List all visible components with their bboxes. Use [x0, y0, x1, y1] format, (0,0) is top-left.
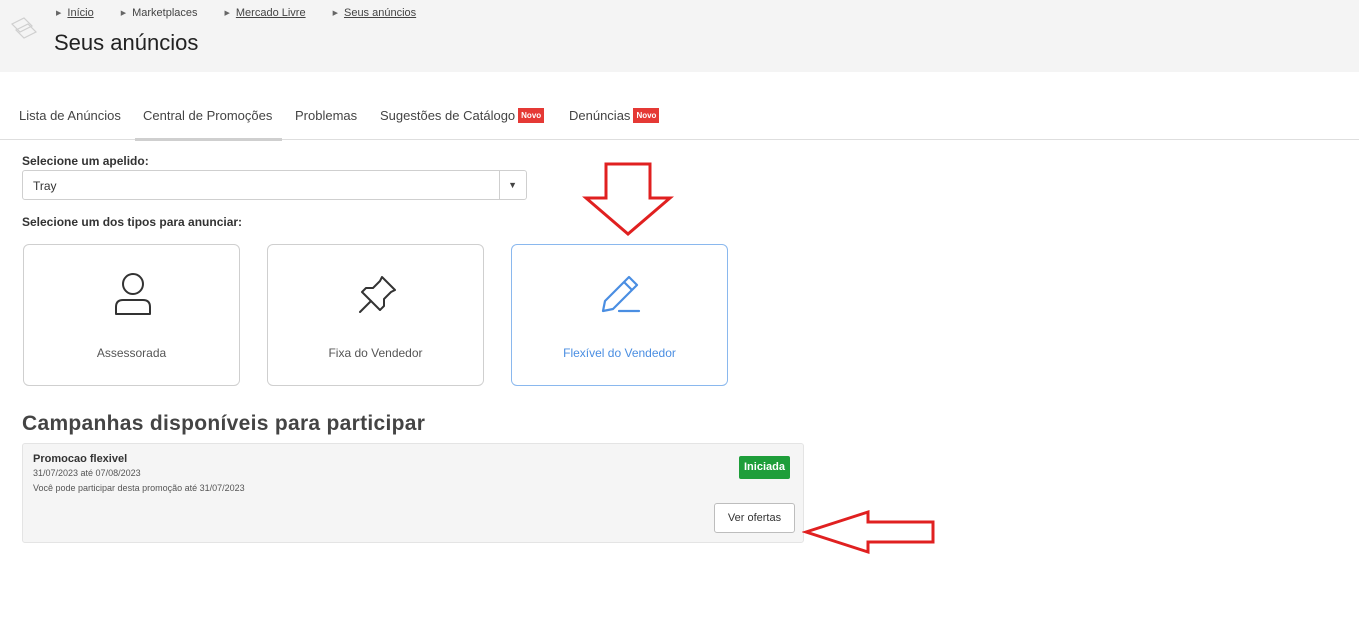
page-title: Seus anúncios	[54, 30, 199, 55]
caret-down-icon[interactable]: ▼	[508, 180, 517, 190]
tab-lista-de-anuncios[interactable]: Lista de Anúncios	[19, 108, 121, 123]
tab-problemas[interactable]: Problemas	[295, 108, 357, 123]
type-card-label: Flexível do Vendedor	[563, 346, 676, 360]
triangle-right-icon: ▶	[56, 10, 62, 17]
breadcrumb-seus-anuncios[interactable]: ▶ Seus anúncios	[333, 7, 417, 19]
nickname-label: Selecione um apelido:	[22, 154, 149, 168]
tab-label: Problemas	[295, 108, 358, 123]
tab-sugestoes-de-catalogo[interactable]: Sugestões de Catálogo Novo	[380, 108, 545, 123]
breadcrumb-link[interactable]: Mercado Livre	[236, 7, 306, 19]
annotation-arrow-left-icon	[802, 509, 935, 555]
tab-label: Sugestões de Catálogo	[380, 108, 516, 123]
campaign-dates: 31/07/2023 até 07/08/2023	[33, 468, 141, 478]
new-badge: Novo	[518, 108, 545, 123]
campaign-card: Promocao flexivel 31/07/2023 até 07/08/2…	[22, 443, 804, 543]
triangle-right-icon: ▶	[224, 10, 230, 17]
breadcrumb-mercado-livre[interactable]: ▶ Mercado Livre	[225, 7, 306, 19]
tab-central-de-promocoes[interactable]: Central de Promoções	[134, 108, 283, 141]
pencil-icon	[601, 275, 641, 313]
campaign-note: Você pode participar desta promoção até …	[33, 483, 245, 493]
tab-label: Central de Promoções	[143, 108, 273, 123]
breadcrumb-marketplaces: ▶ Marketplaces	[121, 7, 198, 19]
breadcrumb: ▶ Início ▶ Marketplaces ▶ Mercado Livre …	[56, 7, 443, 19]
campaigns-title: Campanhas disponíveis para participar	[22, 412, 426, 435]
triangle-right-icon: ▶	[120, 10, 127, 17]
nickname-select-value: Tray	[33, 179, 57, 193]
campaign-name: Promocao flexivel	[33, 453, 128, 465]
product-logo-icon	[10, 17, 38, 39]
status-badge: Iniciada	[739, 456, 790, 479]
nickname-select[interactable]: Tray ▼	[22, 170, 527, 200]
type-label: Selecione um dos tipos para anunciar:	[22, 215, 243, 229]
page-header: ▶ Início ▶ Marketplaces ▶ Mercado Livre …	[0, 0, 1359, 72]
view-offers-button[interactable]: Ver ofertas	[714, 503, 795, 533]
type-card-flexivel-do-vendedor[interactable]: Flexível do Vendedor	[511, 244, 728, 386]
triangle-right-icon: ▶	[332, 10, 338, 17]
breadcrumb-home[interactable]: ▶ Início	[56, 7, 94, 19]
breadcrumb-link[interactable]: Início	[67, 7, 93, 19]
type-card-fixa-do-vendedor[interactable]: Fixa do Vendedor	[267, 244, 484, 386]
user-icon	[115, 273, 151, 315]
tab-label: Lista de Anúncios	[19, 108, 121, 123]
tab-bar: Lista de Anúncios Central de Promoções P…	[0, 96, 1359, 141]
annotation-arrow-down-icon	[582, 162, 674, 236]
new-badge: Novo	[633, 108, 660, 123]
type-card-assessorada[interactable]: Assessorada	[23, 244, 240, 386]
select-divider	[499, 171, 500, 199]
tab-label: Denúncias	[569, 108, 631, 123]
breadcrumb-text: Marketplaces	[132, 7, 198, 19]
pin-icon	[359, 276, 396, 313]
tab-denuncias[interactable]: Denúncias Novo	[569, 108, 660, 123]
type-card-label: Fixa do Vendedor	[328, 346, 423, 360]
breadcrumb-link[interactable]: Seus anúncios	[344, 7, 416, 19]
type-card-label: Assessorada	[96, 346, 167, 360]
